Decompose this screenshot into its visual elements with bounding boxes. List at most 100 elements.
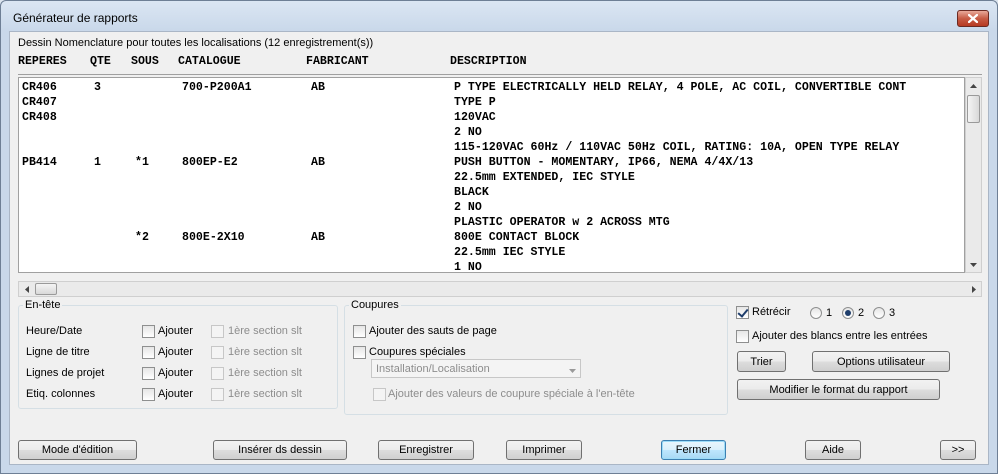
break-type-value: Installation/Localisation — [376, 363, 490, 375]
scroll-right-icon[interactable] — [966, 282, 981, 296]
report-cell-catalogue: 800E-2X10 — [182, 231, 245, 244]
column-header-description[interactable]: DESCRIPTION — [450, 55, 527, 68]
ligne-titre-first-label: 1ère section slt — [228, 346, 302, 358]
print-button[interactable]: Imprimer — [506, 440, 582, 460]
etiq-colonnes-label: Etiq. colonnes — [26, 388, 96, 400]
report-cell-description: 2 NO — [454, 126, 482, 139]
vertical-scrollbar[interactable] — [965, 77, 982, 273]
report-cell-description: P TYPE ELECTRICALLY HELD RELAY, 4 POLE, … — [454, 81, 907, 94]
insert-in-drawing-button[interactable]: Insérer ds dessin — [213, 440, 347, 460]
add-special-breaks-checkbox[interactable] — [373, 388, 386, 401]
title-bar[interactable]: Générateur de rapports — [1, 1, 997, 31]
etiq-colonnes-first-label: 1ère section slt — [228, 388, 302, 400]
horizontal-scrollbar[interactable] — [18, 281, 982, 297]
sort-button[interactable]: Trier — [737, 351, 786, 372]
page-breaks-label[interactable]: Ajouter des sauts de page — [369, 325, 497, 337]
column-header-qte[interactable]: QTE — [90, 55, 111, 68]
report-cell-catalogue: 800EP-E2 — [182, 156, 238, 169]
report-list[interactable]: CR406 3 700-P200A1 AB P TYPE ELECTRICALLY HE… — [18, 77, 965, 273]
radio-3[interactable] — [873, 307, 885, 319]
report-cell-sous: *2 — [135, 231, 149, 244]
report-generator-window: Générateur de rapports Dessin Nomenclatu… — [0, 0, 998, 474]
horizontal-scroll-thumb[interactable] — [35, 283, 57, 295]
ligne-titre-add-checkbox[interactable] — [142, 346, 155, 359]
save-button[interactable]: Enregistrer — [378, 440, 474, 460]
column-header-catalogue[interactable]: CATALOGUE — [178, 55, 241, 68]
column-header-fabricant[interactable]: FABRICANT — [306, 55, 369, 68]
breaks-content: Ajouter des sauts de page Coupures spéci… — [344, 299, 726, 413]
help-button[interactable]: Aide — [805, 440, 861, 460]
report-cell-description: 1 NO — [454, 261, 482, 273]
heure-date-label: Heure/Date — [26, 325, 83, 337]
header-divider — [18, 74, 982, 75]
report-cell-reperes: CR407 — [22, 96, 57, 109]
radio-1[interactable] — [810, 307, 822, 319]
report-cell-description: 2 NO — [454, 201, 482, 214]
report-cell-description: 800E CONTACT BLOCK — [454, 231, 580, 244]
radio-1-label[interactable]: 1 — [826, 307, 832, 319]
chevron-down-icon — [569, 364, 576, 376]
ligne-titre-first-checkbox[interactable] — [211, 346, 224, 359]
lignes-projet-first-label: 1ère section slt — [228, 367, 302, 379]
report-cell-description: 22.5mm EXTENDED, IEC STYLE — [454, 171, 635, 184]
break-type-select[interactable]: Installation/Localisation — [371, 359, 581, 378]
report-cell-qte: 3 — [94, 81, 101, 94]
report-cell-fabricant: AB — [311, 231, 325, 244]
page-breaks-checkbox[interactable] — [353, 325, 366, 338]
ligne-titre-label: Ligne de titre — [26, 346, 90, 358]
add-blanks-checkbox[interactable] — [736, 330, 749, 343]
shrink-checkbox[interactable] — [736, 306, 749, 319]
special-breaks-checkbox[interactable] — [353, 346, 366, 359]
vertical-scroll-thumb[interactable] — [967, 95, 980, 123]
radio-3-label[interactable]: 3 — [889, 307, 895, 319]
report-cell-qte: 1 — [94, 156, 101, 169]
heure-date-first-label: 1ère section slt — [228, 325, 302, 337]
report-cell-description: 22.5mm IEC STYLE — [454, 246, 566, 259]
heure-date-add-checkbox[interactable] — [142, 325, 155, 338]
lignes-projet-add-checkbox[interactable] — [142, 367, 155, 380]
etiq-colonnes-first-checkbox[interactable] — [211, 388, 224, 401]
lignes-projet-add-label[interactable]: Ajouter — [158, 367, 193, 379]
radio-2-label[interactable]: 2 — [858, 307, 864, 319]
report-caption: Dessin Nomenclature pour toutes les loca… — [18, 37, 374, 49]
report-cell-fabricant: AB — [311, 81, 325, 94]
lignes-projet-first-checkbox[interactable] — [211, 367, 224, 380]
report-cell-description: BLACK — [454, 186, 489, 199]
special-breaks-label[interactable]: Coupures spéciales — [369, 346, 466, 358]
report-cell-description: 115-120VAC 60Hz / 110VAC 50Hz COIL, RATI… — [454, 141, 900, 154]
etiq-colonnes-add-label[interactable]: Ajouter — [158, 388, 193, 400]
close-icon — [968, 14, 978, 23]
add-blanks-label[interactable]: Ajouter des blancs entre les entrées — [752, 330, 928, 342]
report-cell-description: PUSH BUTTON - MOMENTARY, IP66, NEMA 4/4X… — [454, 156, 754, 169]
report-cell-sous: *1 — [135, 156, 149, 169]
heure-date-add-label[interactable]: Ajouter — [158, 325, 193, 337]
column-header-reperes[interactable]: REPERES — [18, 55, 67, 68]
ligne-titre-add-label[interactable]: Ajouter — [158, 346, 193, 358]
close-window-button[interactable] — [957, 10, 989, 27]
report-cell-catalogue: 700-P200A1 — [182, 81, 252, 94]
column-header-sous[interactable]: SOUS — [131, 55, 159, 68]
report-cell-reperes: CR406 — [22, 81, 57, 94]
dialog-body: Dessin Nomenclature pour toutes les loca… — [9, 31, 989, 465]
scroll-down-icon[interactable] — [966, 257, 981, 272]
lignes-projet-label: Lignes de projet — [26, 367, 105, 379]
report-cell-reperes: PB414 — [22, 156, 57, 169]
header-options-content: Heure/Date Ajouter 1ère section slt Lign… — [18, 299, 336, 407]
report-cell-description: TYPE P — [454, 96, 496, 109]
modify-format-button[interactable]: Modifier le format du rapport — [737, 379, 940, 400]
report-cell-description: PLASTIC OPERATOR w 2 ACROSS MTG — [454, 216, 670, 229]
scroll-left-icon[interactable] — [19, 282, 34, 296]
edit-mode-button[interactable]: Mode d'édition — [18, 440, 137, 460]
user-options-button[interactable]: Options utilisateur — [812, 351, 950, 372]
report-cell-reperes: CR408 — [22, 111, 57, 124]
close-button[interactable]: Fermer — [661, 440, 726, 460]
report-cell-description: 120VAC — [454, 111, 496, 124]
scroll-up-icon[interactable] — [966, 78, 981, 93]
radio-2[interactable] — [842, 307, 854, 319]
etiq-colonnes-add-checkbox[interactable] — [142, 388, 155, 401]
window-title: Générateur de rapports — [13, 11, 138, 25]
heure-date-first-checkbox[interactable] — [211, 325, 224, 338]
more-button[interactable]: >> — [940, 440, 976, 460]
shrink-label[interactable]: Rétrécir — [752, 306, 791, 318]
report-cell-fabricant: AB — [311, 156, 325, 169]
